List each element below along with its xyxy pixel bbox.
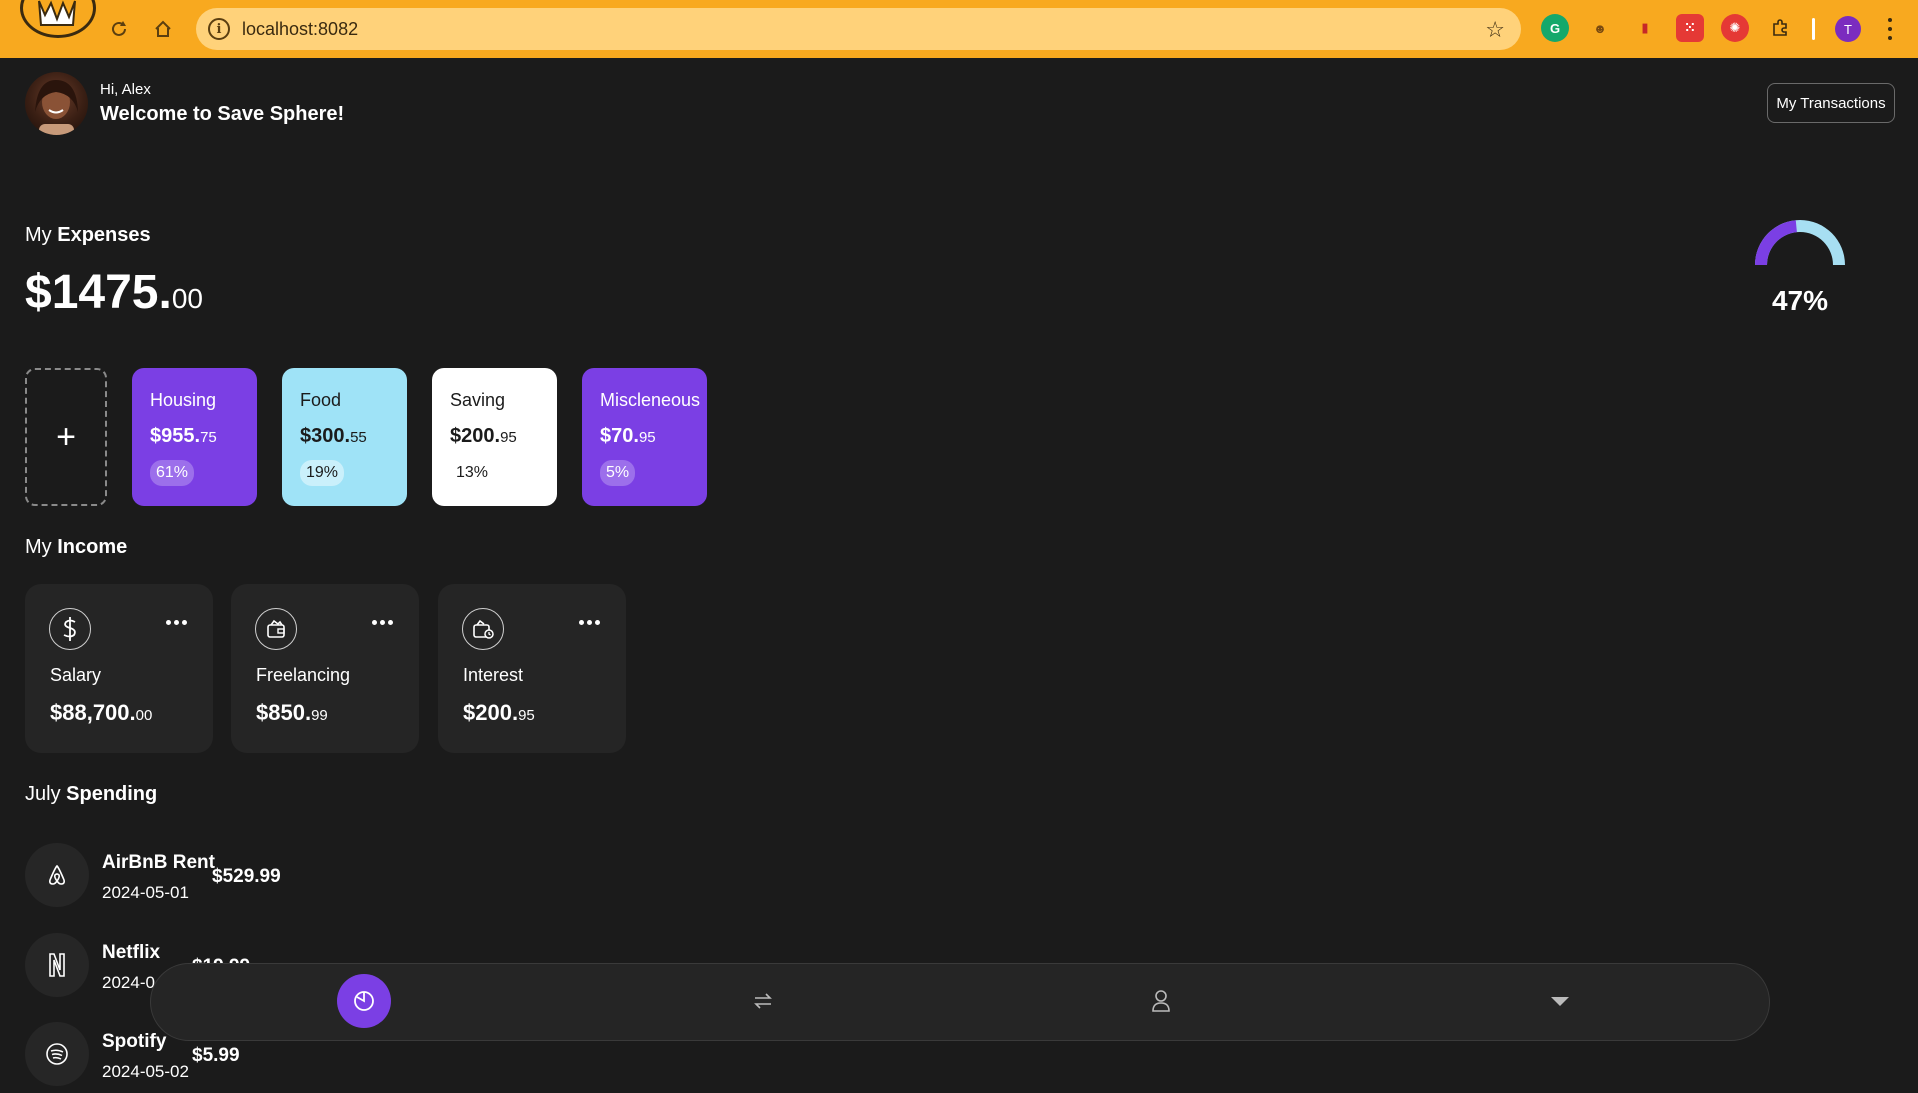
income-amount: $850.99 (256, 700, 328, 726)
category-amount-cents: 95 (638, 429, 656, 446)
extension-icon[interactable]: ▮ (1631, 14, 1659, 42)
income-title-prefix: My (25, 536, 52, 558)
income-amount: $200.95 (463, 700, 535, 726)
category-amount-cents: 75 (200, 429, 217, 446)
browser-menu-icon[interactable] (1880, 16, 1900, 42)
category-card-food[interactable]: Food $300.55 19% (282, 368, 407, 506)
category-card-miscleneous[interactable]: Miscleneous $70.95 5% (582, 368, 707, 506)
spotify-icon (25, 1022, 89, 1086)
spending-item-amount: $5.99 (192, 1045, 240, 1066)
spending-item-name: Spotify (102, 1031, 167, 1052)
address-bar[interactable]: i localhost:8082 ☆ (196, 8, 1521, 50)
category-name: Housing (150, 390, 217, 410)
app-logo-icon (20, 0, 96, 38)
reload-icon[interactable] (106, 16, 132, 42)
income-section-title: My Income (25, 536, 127, 559)
site-info-icon[interactable]: i (208, 18, 230, 40)
category-percent-badge: 61% (150, 460, 195, 486)
more-options-icon[interactable] (579, 620, 600, 625)
category-amount-cents: 95 (500, 429, 517, 446)
more-options-icon[interactable] (372, 620, 393, 625)
transfer-icon[interactable] (736, 974, 790, 1028)
income-amount: $88,700.00 (50, 700, 152, 726)
chevron-down-icon[interactable] (1533, 974, 1587, 1028)
dashboard-icon[interactable] (337, 974, 391, 1028)
category-percent-badge: 19% (300, 460, 345, 486)
color-extension-icon[interactable]: ✺ (1721, 14, 1749, 42)
category-amount: $955.75 (150, 425, 239, 448)
income-name: Interest (463, 665, 524, 685)
monkey-extension-icon[interactable]: ☻ (1586, 14, 1614, 42)
home-icon[interactable] (150, 16, 176, 42)
category-name: Miscleneous (600, 390, 701, 410)
category-name: Food (300, 390, 342, 410)
category-amount-whole: $200. (450, 425, 501, 447)
income-amount-whole: $200. (463, 700, 519, 725)
profile-icon[interactable] (1134, 974, 1188, 1028)
spending-item-date: 2024-0 (102, 973, 155, 992)
add-category-button[interactable]: + (25, 368, 107, 506)
category-percent-badge: 13% (456, 464, 489, 481)
income-amount-cents: 00 (135, 707, 153, 724)
income-amount-cents: 95 (518, 707, 535, 724)
wallet-icon (255, 608, 297, 650)
gauge-fill (1755, 220, 1797, 265)
category-amount-whole: $70. (600, 425, 639, 447)
greeting-text: Hi, Alex (100, 81, 151, 98)
grammarly-extension-icon[interactable]: G (1541, 14, 1569, 42)
expenses-total-cents: 00 (171, 283, 203, 314)
spending-title-bold: Spending (66, 783, 158, 805)
category-amount-whole: $955. (150, 425, 201, 447)
more-options-icon[interactable] (166, 620, 187, 625)
spending-item-date: 2024-05-02 (102, 1062, 189, 1081)
income-amount-whole: $88,700. (50, 700, 136, 725)
category-amount-cents: 55 (350, 429, 367, 446)
category-amount: $70.95 (600, 425, 689, 448)
expenses-title-prefix: My (25, 224, 52, 246)
category-card-housing[interactable]: Housing $955.75 61% (132, 368, 257, 506)
expenses-section-title: My Expenses (25, 224, 151, 247)
extensions-puzzle-icon[interactable] (1766, 14, 1794, 42)
category-name: Saving (450, 390, 506, 410)
expenses-gauge (1755, 220, 1845, 265)
bottom-navigation (150, 963, 1770, 1041)
spending-item-amount: $529.99 (212, 866, 281, 887)
toolbar-separator (1812, 18, 1815, 40)
gauge-percent: 47% (1771, 285, 1829, 316)
dollar-icon (49, 608, 91, 650)
expenses-total: $1475.00 (25, 265, 203, 320)
spending-item-date: 2024-05-01 (102, 883, 189, 902)
expenses-total-whole: $1475. (25, 266, 172, 319)
browser-toolbar: i localhost:8082 ☆ G ☻ ▮ ⁙ ✺ T (0, 0, 1918, 58)
income-title-bold: Income (57, 536, 128, 558)
user-avatar[interactable] (25, 72, 88, 135)
url-text: localhost:8082 (242, 19, 359, 39)
income-amount-cents: 99 (311, 707, 328, 724)
category-card-saving[interactable]: Saving $200.95 13% (432, 368, 557, 506)
profile-avatar[interactable]: T (1835, 16, 1861, 42)
dice-extension-icon[interactable]: ⁙ (1676, 14, 1704, 42)
welcome-title: Welcome to Save Sphere! (100, 103, 345, 125)
airbnb-icon (25, 843, 89, 907)
wallet-interest-icon (462, 608, 504, 650)
income-name: Freelancing (256, 665, 351, 685)
bookmark-star-icon[interactable]: ☆ (1485, 17, 1505, 43)
my-transactions-button[interactable]: My Transactions (1767, 83, 1895, 123)
income-name: Salary (50, 665, 102, 685)
spending-item-name: Netflix (102, 942, 161, 963)
spending-item-name: AirBnB Rent (102, 852, 215, 873)
category-amount: $200.95 (450, 425, 539, 448)
spending-section-title: July Spending (25, 783, 157, 806)
spending-title-prefix: July (25, 783, 61, 805)
netflix-icon (25, 933, 89, 997)
expenses-title-bold: Expenses (57, 224, 151, 246)
category-amount: $300.55 (300, 425, 389, 448)
category-percent-badge: 5% (600, 460, 636, 486)
income-amount-whole: $850. (256, 700, 312, 725)
category-amount-whole: $300. (300, 425, 351, 447)
